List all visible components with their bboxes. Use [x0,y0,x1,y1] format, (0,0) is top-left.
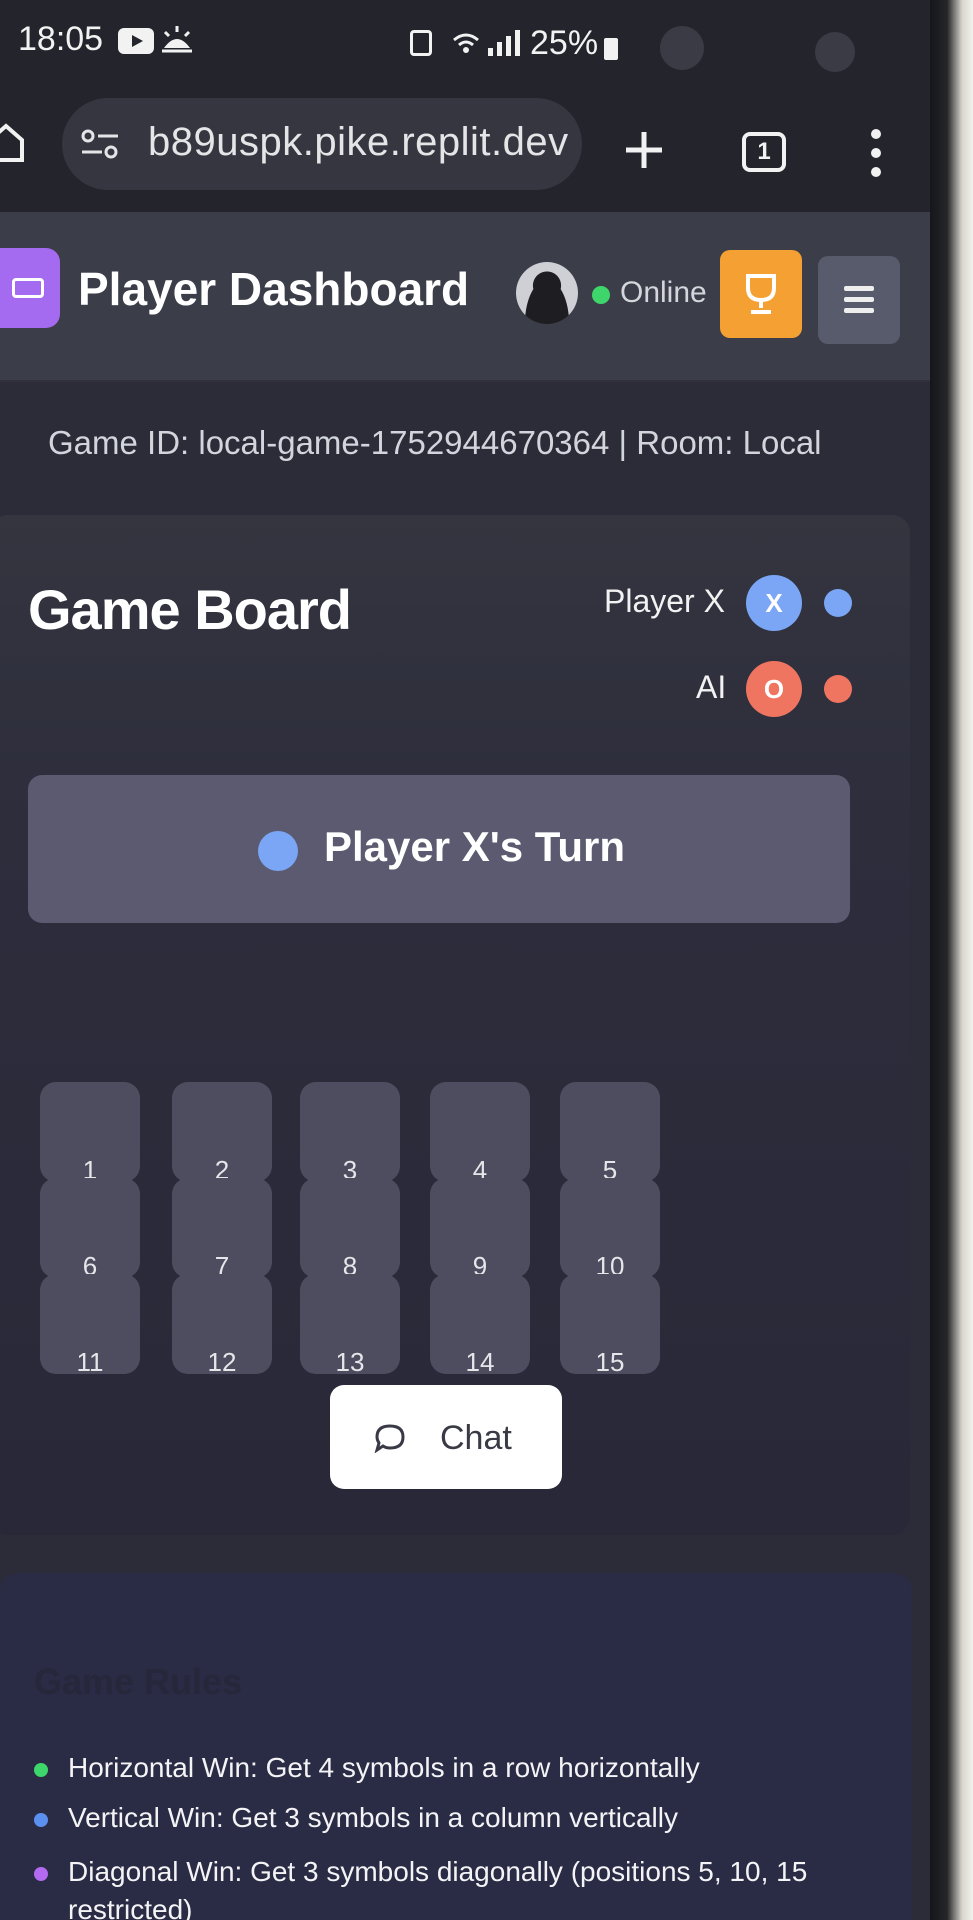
rules-title: Game Rules [34,1661,243,1702]
tab-switcher-button[interactable]: 1 [742,132,786,172]
browser-menu-icon[interactable] [866,128,886,178]
app-logo-button[interactable] [0,248,60,328]
player-x-badge: X [746,575,802,631]
cell-number: 11 [76,1347,104,1377]
cell-number: 12 [207,1347,237,1377]
board-cell[interactable]: 6 [40,1178,140,1281]
cell-number: 15 [595,1347,625,1377]
ai-color-dot [824,675,852,703]
turn-text: Player X's Turn [324,823,625,870]
leaderboard-button[interactable] [720,250,802,338]
player-name: Player X [604,583,725,619]
rule-text: Vertical Win: Get 3 symbols in a column … [68,1802,678,1833]
chat-label[interactable]: Chat [440,1419,512,1458]
board-cell[interactable]: 11 [40,1274,140,1377]
chat-bubble-icon [374,1424,405,1453]
board-cell[interactable]: 12 [172,1274,272,1377]
rule-text: Diagonal Win: Get 3 symbols diagonally (… [68,1856,808,1920]
cell-number: 14 [465,1347,495,1377]
trophy-icon [746,274,776,314]
chat-button[interactable]: Chat [330,1385,562,1489]
board-cell[interactable]: 7 [172,1178,272,1281]
cell-number: 13 [335,1347,365,1377]
player-name: AI [696,669,727,705]
home-icon[interactable] [0,122,24,162]
rule-bullet [34,1867,48,1881]
battery-level: 25% [530,24,599,62]
board-cell[interactable]: 9 [430,1178,530,1281]
wifi-signal-icon [453,30,520,56]
app-header: Player Dashboard Online [0,212,945,382]
board-cell[interactable]: 2 [172,1082,272,1185]
ai-badge: O [746,661,802,717]
weather-icon [162,26,192,53]
sensor-cutout [815,32,855,72]
status-time: 18:05 [18,20,104,58]
board-cell[interactable]: 8 [300,1178,400,1281]
menu-button[interactable] [818,256,900,344]
youtube-notification-icon [118,28,154,54]
camera-cutout [660,26,704,70]
battery-icon [604,38,618,60]
rule-text: Horizontal Win: Get 4 symbols in a row h… [68,1752,700,1783]
board-cell[interactable]: 10 [560,1178,660,1281]
board-cell[interactable]: 3 [300,1082,400,1185]
browser-toolbar: b89uspk.pike.replit.dev [0,88,945,212]
online-status-dot [592,286,610,304]
status-bar: 18:05 25% [0,0,945,88]
lock-icon [410,30,432,56]
board-cell[interactable]: 15 [560,1274,660,1377]
phone-screen: 18:05 25% b89uspk.pike.replit.dev 1 Play… [0,0,945,1920]
online-status-text: Online [620,276,707,309]
board-cell[interactable]: 4 [430,1082,530,1185]
player-x-color-dot [824,589,852,617]
board-cell[interactable]: 1 [40,1082,140,1185]
phone-bezel [930,0,973,1920]
avatar[interactable] [516,262,578,324]
rule-bullet [34,1763,48,1777]
board-cell[interactable]: 5 [560,1082,660,1185]
board-title: Game Board [28,578,352,641]
turn-color-dot [258,831,298,871]
game-rules-card: Game Rules Horizontal Win: Get 4 symbols… [0,1573,912,1920]
site-settings-icon[interactable] [80,126,120,162]
gamepad-icon [12,278,44,298]
board-cell[interactable]: 14 [430,1274,530,1377]
new-tab-icon[interactable] [622,128,666,172]
page-title: Player Dashboard [78,263,470,315]
game-board-card: Game Board Player X X AI O Player X's Tu… [0,515,910,1535]
game-info: Game ID: local-game-1752944670364 | Room… [48,424,822,461]
turn-indicator: Player X's Turn [28,775,850,923]
rule-bullet [34,1813,48,1827]
board-cell[interactable]: 13 [300,1274,400,1377]
address-bar[interactable]: b89uspk.pike.replit.dev [62,98,582,190]
url-text[interactable]: b89uspk.pike.replit.dev [148,120,569,165]
